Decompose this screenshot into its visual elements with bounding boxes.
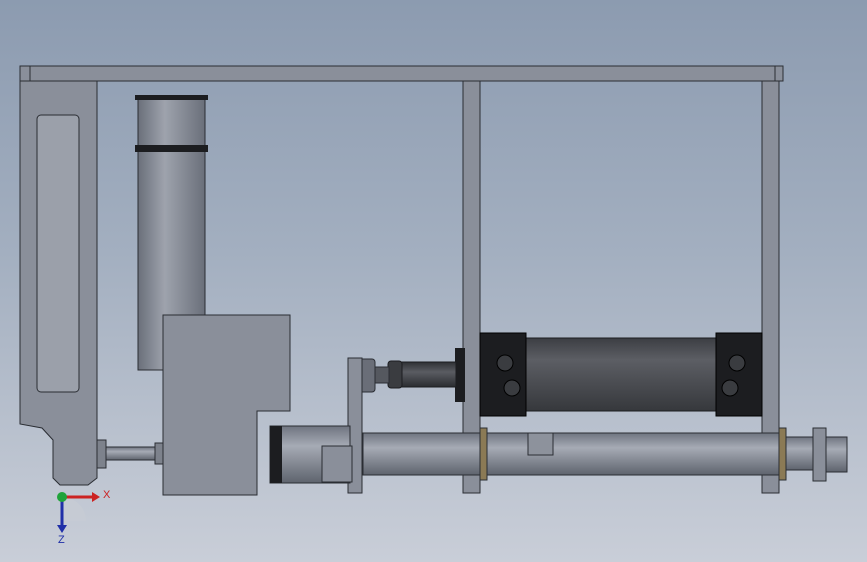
vertical-tube-band	[135, 145, 208, 152]
top-frame-rail[interactable]	[19, 65, 784, 82]
rod-nut	[387, 360, 403, 389]
z-axis-label: Z	[58, 534, 65, 546]
lower-horizontal-tube[interactable]	[362, 432, 784, 476]
cad-graphics-viewport[interactable]: X Z	[0, 0, 867, 562]
assembly-model-view[interactable]: X Z	[0, 0, 867, 562]
cylinder-rear-cap[interactable]	[715, 332, 763, 417]
cylinder-barrel[interactable]	[525, 337, 717, 412]
cylinder-front-cap[interactable]	[479, 332, 527, 417]
coordinate-triad: X Z	[57, 489, 111, 546]
vertical-post-right[interactable]	[761, 80, 780, 494]
seal-ring-right	[778, 427, 787, 481]
x-axis-label: X	[103, 489, 111, 501]
bracket-slot	[36, 114, 80, 393]
vertical-tube-cap	[135, 95, 208, 100]
tube-port	[527, 432, 554, 456]
connecting-rod	[104, 446, 156, 461]
vertical-post-center[interactable]	[462, 80, 481, 494]
right-end-fitting[interactable]	[785, 436, 814, 471]
seal-ring-left	[479, 427, 488, 481]
piston-rod[interactable]	[399, 361, 457, 388]
